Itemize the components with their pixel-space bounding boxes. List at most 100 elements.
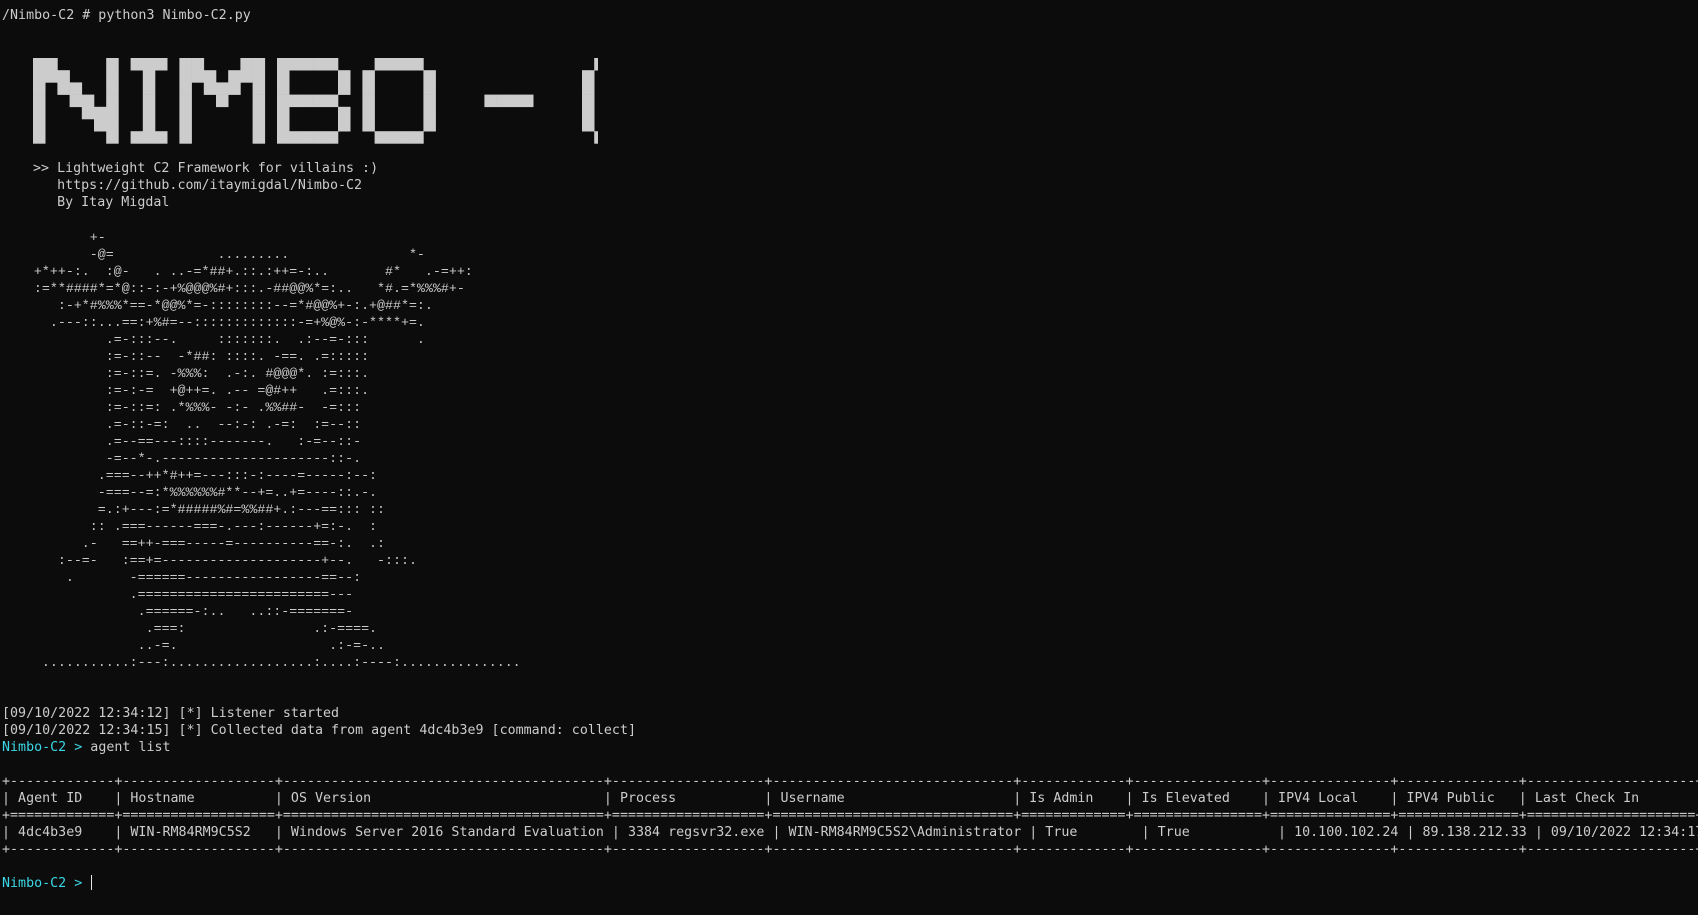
banner-pixel <box>155 58 168 71</box>
banner-pixel <box>301 58 314 71</box>
banner-pixel <box>203 70 217 83</box>
banner-pixel <box>277 82 290 95</box>
banner-pixel <box>423 94 436 108</box>
banner-pixel <box>508 94 522 108</box>
nimbo-c2-banner-logo <box>33 58 598 144</box>
ascii-art-villain: +- -@= ......... *- +*++-:. :@- . ..-=*#… <box>33 230 521 670</box>
repo-url: https://github.com/itaymigdal/Nimbo-C2 <box>33 178 363 193</box>
log-line: [09/10/2022 12:34:15] [*] Collected data… <box>2 723 637 738</box>
table-header-row: | Agent ID | Hostname | OS Version | Pro… <box>2 791 1698 806</box>
banner-pixel <box>81 94 95 108</box>
banner-pixel <box>57 82 70 95</box>
banner-pixel <box>106 131 119 144</box>
tagline: >> Lightweight C2 Framework for villains… <box>33 161 379 176</box>
banner-pixel <box>362 94 375 108</box>
banner-pixel <box>277 58 290 71</box>
banner-pixel <box>155 131 168 144</box>
banner-pixel <box>252 131 266 144</box>
banner-pixel <box>399 58 412 71</box>
banner-pixel <box>130 58 144 71</box>
banner-pixel <box>582 94 595 108</box>
banner-pixel <box>94 119 107 132</box>
banner-pixel <box>496 94 510 108</box>
banner-pixel <box>252 119 266 132</box>
banner-pixel <box>289 131 302 144</box>
banner-pixel <box>423 82 436 95</box>
table-row: | 4dc4b3e9 | WIN-RM84RM9C5S2 | Windows S… <box>2 825 1698 840</box>
text-cursor[interactable] <box>91 875 93 890</box>
banner-pixel <box>69 94 83 108</box>
banner-pixel <box>142 106 156 120</box>
banner-pixel <box>399 131 412 144</box>
banner-pixel <box>142 70 156 83</box>
banner-pixel <box>252 106 266 120</box>
banner-pixel <box>228 82 241 95</box>
banner-pixel <box>338 82 351 95</box>
banner-pixel <box>301 131 314 144</box>
banner-pixel <box>228 70 241 83</box>
banner-pixel <box>582 70 595 83</box>
banner-pixel <box>386 131 400 144</box>
banner-pixel <box>594 58 598 71</box>
banner-pixel <box>411 58 424 71</box>
banner-pixel <box>33 106 46 120</box>
author: By Itay Migdal <box>33 195 170 210</box>
banner-pixel <box>69 82 83 95</box>
banner-pixel <box>94 106 107 120</box>
banner-pixel <box>374 58 388 71</box>
banner-pixel <box>423 70 436 83</box>
banner-pixel <box>106 94 119 108</box>
banner-pixel <box>277 131 290 144</box>
banner-pixel <box>594 131 598 144</box>
banner-pixel <box>179 58 192 71</box>
banner-pixel <box>240 58 253 71</box>
banner-pixel <box>252 82 266 95</box>
banner-pixel <box>33 82 46 95</box>
banner-pixel <box>362 82 375 95</box>
table-border: +-------------+-------------------+-----… <box>2 842 1698 857</box>
banner-pixel <box>33 70 46 83</box>
banner-pixel <box>362 119 375 132</box>
banner-pixel <box>338 106 351 120</box>
banner-pixel <box>33 131 46 144</box>
banner-pixel <box>289 58 302 71</box>
banner-pixel <box>484 94 497 108</box>
banner-pixel <box>252 94 266 108</box>
banner-pixel <box>362 106 375 120</box>
banner-pixel <box>325 58 339 71</box>
banner-pixel <box>106 58 119 71</box>
prompt: Nimbo-C2 > <box>2 876 91 891</box>
banner-pixel <box>216 82 229 95</box>
command-line: /Nimbo-C2 # python3 Nimbo-C2.py <box>2 8 251 23</box>
banner-pixel <box>313 58 327 71</box>
banner-pixel <box>142 94 156 108</box>
banner-pixel <box>179 94 192 108</box>
banner-pixel <box>142 58 156 71</box>
banner-pixel <box>277 70 290 83</box>
banner-pixel <box>106 70 119 83</box>
banner-pixel <box>277 106 290 120</box>
log-line: [09/10/2022 12:34:12] [*] Listener start… <box>2 706 340 721</box>
banner-pixel <box>325 131 339 144</box>
banner-pixel <box>179 131 192 144</box>
entered-command: agent list <box>82 740 171 755</box>
banner-pixel <box>423 119 436 132</box>
banner-pixel <box>33 94 46 108</box>
banner-pixel <box>33 119 46 132</box>
banner-pixel <box>313 94 327 108</box>
banner-pixel <box>362 70 375 83</box>
banner-pixel <box>130 131 144 144</box>
banner-pixel <box>106 82 119 95</box>
banner-pixel <box>142 119 156 132</box>
banner-pixel <box>521 94 534 108</box>
input-line[interactable]: Nimbo-C2 > <box>2 875 93 892</box>
banner-pixel <box>179 106 192 120</box>
banner-pixel <box>582 106 595 120</box>
banner-pixel <box>289 94 302 108</box>
banner-pixel <box>301 94 314 108</box>
banner-pixel <box>582 82 595 95</box>
banner-pixel <box>179 119 192 132</box>
banner-pixel <box>240 70 253 83</box>
banner-pixel <box>216 94 229 108</box>
banner-pixel <box>423 106 436 120</box>
